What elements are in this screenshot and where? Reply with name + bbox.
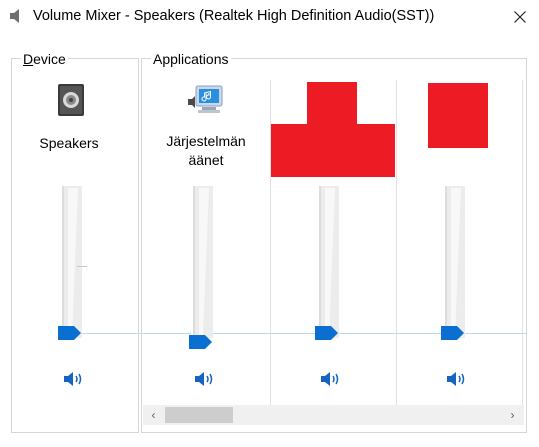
redacted-app-icon (307, 82, 357, 124)
level-guide-line (464, 333, 526, 334)
column-divider (396, 80, 397, 405)
speaker-volume-icon (447, 372, 465, 386)
speaker-device-icon (56, 83, 86, 117)
device-volume-thumb[interactable] (58, 326, 82, 340)
device-volume-slider[interactable] (62, 186, 87, 338)
slider-track-edge (62, 186, 64, 338)
system-sounds-volume-slider[interactable] (193, 186, 213, 338)
system-sounds-icon (186, 84, 226, 118)
horizontal-scrollbar[interactable]: ‹ › (143, 405, 524, 425)
device-group-label: Device (21, 51, 68, 67)
redacted-app-icon (428, 83, 488, 148)
close-button[interactable] (500, 0, 539, 34)
slider-track-edge (445, 186, 447, 338)
scrollbar-thumb[interactable] (165, 407, 233, 423)
app-name-line: Järjestelmän (166, 133, 246, 149)
applications-group-label: Applications (151, 51, 231, 67)
redacted-app-name (271, 124, 395, 177)
app-name-system-sounds: Järjestelmän äänet (146, 132, 266, 170)
slider-track-edge (319, 186, 321, 338)
speaker-volume-icon (321, 372, 339, 386)
level-guide-line (76, 333, 191, 334)
app-3-mute-button[interactable] (445, 370, 469, 388)
close-icon (513, 11, 526, 23)
window-title: Volume Mixer - Speakers (Realtek High De… (33, 8, 435, 24)
slider-track-edge (193, 186, 195, 338)
app-2-mute-button[interactable] (319, 370, 343, 388)
app-2-volume-thumb[interactable] (315, 326, 339, 340)
system-sounds-volume-thumb[interactable] (189, 335, 213, 349)
app-name-line: äänet (188, 152, 224, 168)
slider-tick (77, 266, 87, 267)
level-guide-line (212, 333, 316, 334)
level-guide-line (338, 333, 442, 334)
app-3-volume-thumb[interactable] (441, 326, 465, 340)
device-name: Speakers (39, 135, 99, 151)
system-sounds-mute-button[interactable] (193, 370, 217, 388)
title-bar: Volume Mixer - Speakers (Realtek High De… (0, 0, 539, 34)
scroll-left-arrow-icon[interactable]: ‹ (145, 406, 162, 423)
column-divider (522, 80, 523, 405)
app-2-volume-slider[interactable] (319, 186, 339, 338)
speaker-icon (9, 8, 23, 24)
scroll-right-arrow-icon[interactable]: › (504, 406, 521, 423)
speaker-volume-icon (64, 372, 82, 386)
app-3-volume-slider[interactable] (445, 186, 465, 338)
speaker-volume-icon (195, 372, 213, 386)
device-mute-button[interactable] (62, 370, 86, 388)
